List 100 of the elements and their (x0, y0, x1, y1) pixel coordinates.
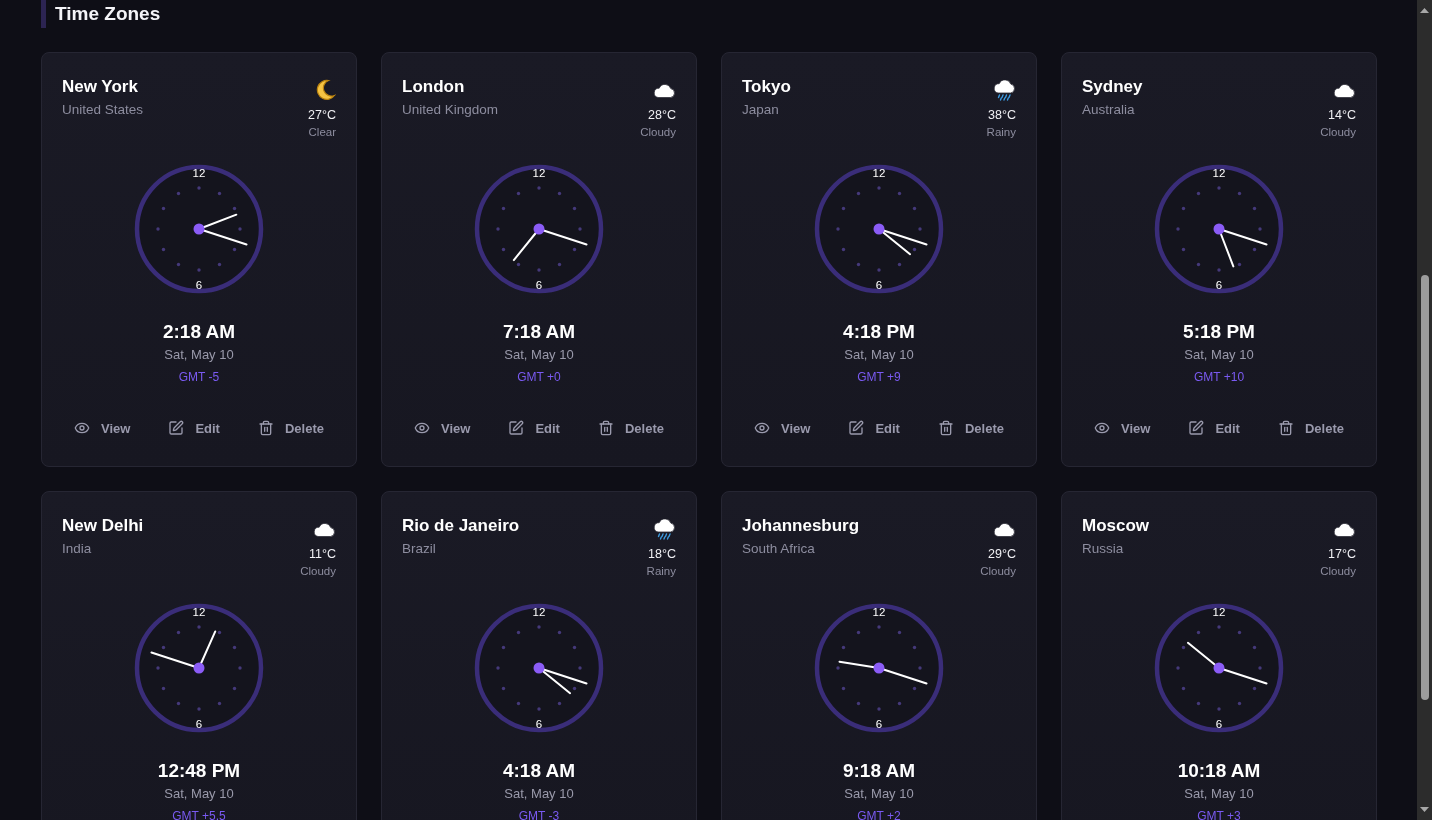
pencil-square-icon (1188, 420, 1205, 436)
city-name: Sydney (1082, 76, 1143, 98)
trash-icon (1277, 420, 1294, 436)
gmt-offset: GMT +10 (1193, 369, 1245, 385)
view-button[interactable]: View (402, 412, 483, 444)
edit-button[interactable]: Edit (156, 412, 232, 444)
gmt-offset: GMT -3 (518, 808, 560, 820)
local-time: 5:18 PM (1183, 320, 1255, 344)
eye-icon (74, 420, 90, 436)
trash-icon (937, 420, 954, 436)
dial-numeral: 12 (872, 606, 886, 618)
local-time: 7:18 AM (502, 320, 576, 344)
city-name: London (402, 76, 466, 98)
local-date: Sat, May 10 (1184, 785, 1254, 803)
scroll-down-arrow-icon[interactable] (1420, 807, 1429, 812)
crescent-moon-icon (314, 79, 336, 101)
weather-condition: Cloudy (640, 125, 676, 140)
dial-numeral: 12 (1212, 167, 1226, 179)
weather-condition: Cloudy (300, 564, 336, 579)
rain-cloud-icon (992, 79, 1016, 101)
eye-icon (1094, 420, 1110, 436)
dial-numeral: 12 (532, 167, 546, 179)
temperature: 38°C (988, 107, 1016, 123)
country-name: Japan (742, 101, 780, 119)
delete-button[interactable]: Delete (925, 412, 1016, 444)
scroll-up-arrow-icon[interactable] (1420, 8, 1429, 13)
view-button[interactable]: View (742, 412, 823, 444)
country-name: South Africa (742, 540, 816, 558)
view-button[interactable]: View (62, 412, 143, 444)
local-time: 2:18 AM (162, 320, 236, 344)
edit-button[interactable]: Edit (1176, 412, 1252, 444)
temperature: 28°C (648, 107, 676, 123)
cloud-icon (652, 82, 676, 98)
country-name: United Kingdom (402, 101, 499, 119)
local-date: Sat, May 10 (164, 785, 234, 803)
dial-numeral: 6 (1215, 718, 1223, 730)
local-time: 4:18 AM (502, 759, 576, 783)
dial-numeral: 6 (875, 718, 883, 730)
weather-condition: Rainy (646, 564, 676, 579)
gmt-offset: GMT -5 (178, 369, 220, 385)
weather-condition: Cloudy (980, 564, 1016, 579)
cloud-icon (992, 521, 1016, 537)
country-name: Brazil (402, 540, 437, 558)
delete-button[interactable]: Delete (585, 412, 676, 444)
temperature: 18°C (648, 546, 676, 562)
cloud-icon (1332, 82, 1356, 98)
country-name: Australia (1082, 101, 1136, 119)
pencil-square-icon (168, 420, 185, 436)
temperature: 29°C (988, 546, 1016, 562)
gmt-offset: GMT +9 (857, 369, 901, 385)
edit-button[interactable]: Edit (836, 412, 912, 444)
dial-numeral: 12 (1212, 606, 1226, 618)
delete-button[interactable]: Delete (1265, 412, 1356, 444)
page-title: Time Zones (55, 2, 161, 26)
temperature: 27°C (308, 107, 336, 123)
weather-condition: Cloudy (1320, 125, 1356, 140)
temperature: 11°C (309, 546, 336, 562)
dial-numeral: 6 (875, 279, 883, 291)
rain-cloud-icon (652, 518, 676, 540)
cloud-icon (1332, 521, 1356, 537)
weather-condition: Rainy (986, 125, 1016, 140)
pencil-square-icon (848, 420, 865, 436)
country-name: Russia (1082, 540, 1125, 558)
dial-numeral: 6 (535, 718, 543, 730)
city-name: New York (62, 76, 139, 98)
temperature: 14°C (1328, 107, 1356, 123)
dial-numeral: 6 (195, 279, 203, 291)
delete-button[interactable]: Delete (245, 412, 336, 444)
edit-button[interactable]: Edit (496, 412, 572, 444)
gmt-offset: GMT +3 (1197, 808, 1241, 820)
dial-numeral: 6 (195, 718, 203, 730)
local-time: 4:18 PM (843, 320, 915, 344)
local-date: Sat, May 10 (844, 346, 914, 364)
local-date: Sat, May 10 (844, 785, 914, 803)
weather-condition: Clear (308, 125, 336, 140)
pencil-square-icon (508, 420, 525, 436)
weather-condition: Cloudy (1320, 564, 1356, 579)
trash-icon (597, 420, 614, 436)
city-name: Johannesburg (742, 515, 860, 537)
dial-numeral: 6 (535, 279, 543, 291)
eye-icon (754, 420, 770, 436)
local-time: 10:18 AM (1177, 759, 1261, 783)
temperature: 17°C (1328, 546, 1356, 562)
local-date: Sat, May 10 (504, 785, 574, 803)
local-date: Sat, May 10 (164, 346, 234, 364)
gmt-offset: GMT +0 (517, 369, 561, 385)
city-name: Moscow (1082, 515, 1150, 537)
dial-numeral: 12 (192, 167, 206, 179)
dial-numeral: 12 (532, 606, 546, 618)
cloud-icon (312, 521, 336, 537)
local-time: 12:48 PM (157, 759, 241, 783)
trash-icon (257, 420, 274, 436)
country-name: India (62, 540, 93, 558)
dial-numeral: 12 (192, 606, 206, 618)
local-date: Sat, May 10 (1184, 346, 1254, 364)
view-button[interactable]: View (1082, 412, 1163, 444)
eye-icon (414, 420, 430, 436)
scrollbar-thumb[interactable] (1420, 275, 1429, 700)
local-date: Sat, May 10 (504, 346, 574, 364)
gmt-offset: GMT +5.5 (172, 808, 226, 820)
